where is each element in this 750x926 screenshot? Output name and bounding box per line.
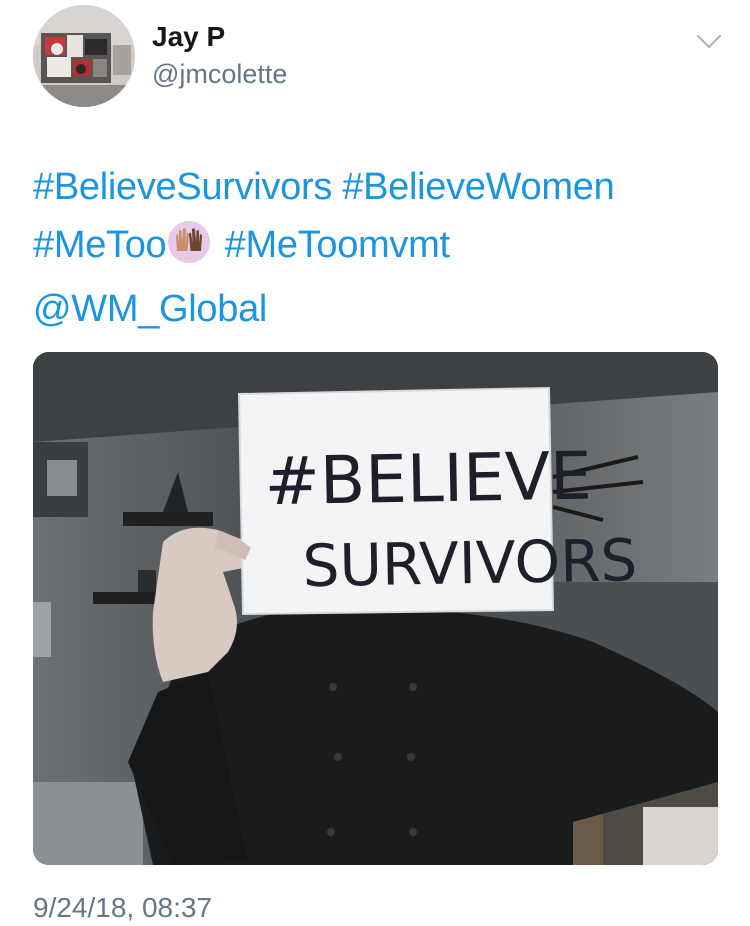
tweet-photo[interactable]: #BELIEVE SURVIVORS [33,352,718,865]
hashtag-link[interactable]: #MeToo [33,224,167,266]
chevron-down-icon[interactable] [692,24,726,58]
hashtag-link[interactable]: #BelieveWomen [342,166,614,208]
tweet-timestamp[interactable]: 9/24/18, 08:37 [33,890,212,926]
display-name[interactable]: Jay P [152,20,225,54]
sign-text-line1: #BELIEVE [264,438,592,521]
tweet-line: #MeToo #MeToomvmt [33,216,723,280]
sign-text-line2: SURVIVORS [302,526,638,600]
mention-link[interactable]: @WM_Global [33,288,267,330]
avatar-image [33,5,135,107]
photo-image: #BELIEVE SURVIVORS [33,352,718,865]
avatar[interactable] [33,5,135,107]
user-handle[interactable]: @jmcolette [152,57,287,91]
tweet-line: @WM_Global [33,280,723,338]
hashtag-link[interactable]: #MeToomvmt [225,224,450,266]
tweet-text: #BelieveSurvivors #BelieveWomen #MeToo #… [33,158,723,338]
hashtag-link[interactable]: #BelieveSurvivors [33,166,332,208]
tweet-line: #BelieveSurvivors #BelieveWomen [33,158,723,216]
raised-hands-icon [168,221,211,280]
